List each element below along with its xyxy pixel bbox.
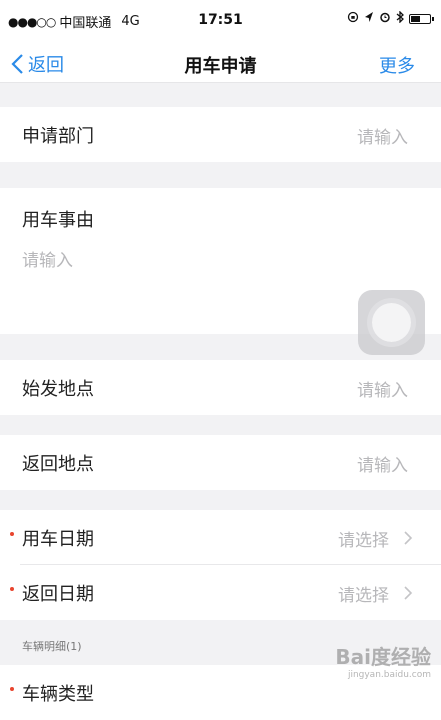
watermark-sub: jingyan.baidu.com [347,670,431,680]
assistive-touch-icon [372,303,411,342]
section-gap [0,83,441,107]
chevron-right-icon [404,531,413,545]
start-location-field[interactable]: 始发地点 请输入 [0,360,441,415]
assistive-touch-button[interactable] [358,290,425,355]
bluetooth-icon [396,10,404,26]
battery-icon [409,13,434,24]
rotation-lock-icon [347,11,359,26]
return-date-field[interactable]: 返回日期 请选择 [0,565,441,620]
alarm-icon [379,11,391,26]
return-location-label: 返回地点 [22,454,94,475]
location-icon [364,11,374,26]
vehicle-section-title: 车辆明细(1) [22,640,82,653]
department-input[interactable]: 请输入 [357,123,408,148]
return-date-label: 返回日期 [22,584,94,605]
status-icons [347,10,434,26]
return-location-input[interactable]: 请输入 [357,451,408,476]
use-date-field[interactable]: 用车日期 请选择 [0,510,441,565]
more-button[interactable]: 更多 [379,52,415,78]
navigation-bar: 返回 用车申请 更多 [0,44,441,83]
return-date-picker[interactable]: 请选择 [338,581,389,606]
department-field[interactable]: 申请部门 请输入 [0,107,441,162]
status-bar: ●●●○○ 中国联通 4G 17:51 [0,0,441,44]
start-location-input[interactable]: 请输入 [357,376,408,401]
use-date-picker[interactable]: 请选择 [338,526,389,551]
return-location-field[interactable]: 返回地点 请输入 [0,435,441,490]
baidu-watermark-logo: Bai度经验 jingyan.baidu.com [335,641,431,680]
reason-input[interactable]: 请输入 [22,246,73,271]
vehicle-type-label: 车辆类型 [22,684,94,705]
page-title: 用车申请 [184,56,257,77]
start-location-label: 始发地点 [22,379,94,400]
section-gap [0,490,441,510]
watermark-text: Bai度经验 [335,645,431,669]
reason-label: 用车事由 [22,210,94,231]
chevron-right-icon [404,586,413,600]
section-gap [0,415,441,435]
department-label: 申请部门 [22,126,94,147]
use-date-label: 用车日期 [22,529,94,550]
section-gap [0,162,441,188]
required-marker [10,587,14,591]
required-marker [10,532,14,536]
